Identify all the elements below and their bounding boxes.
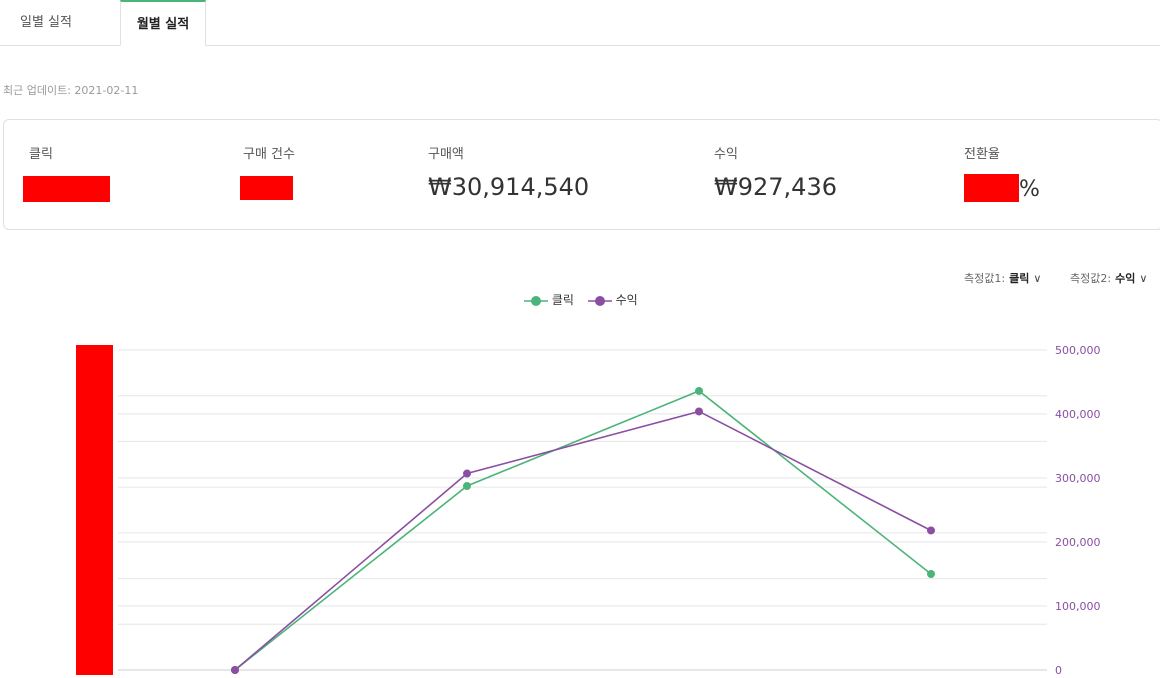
measure2-value: 수익 [1115,272,1136,285]
data-point-clicks [695,386,703,395]
redacted-clicks-value [23,176,110,202]
data-point-revenue [695,407,703,416]
y2-tick-label: 0 [1055,664,1062,677]
legend-clicks-marker [524,295,548,306]
chart-legend: 클릭 수익 [524,291,648,308]
data-point-revenue [231,666,239,674]
metric-clicks-label: 클릭 [29,147,53,162]
tab-daily-performance[interactable]: 일별 실적 [0,0,92,45]
metric-conversion-suffix: % [1019,177,1040,202]
measure1-value: 클릭 [1009,272,1030,285]
series-line-revenue [234,410,932,671]
metric-purchases-label: 구매 건수 [243,147,295,162]
legend-revenue-label: 수익 [615,293,638,307]
data-point-revenue [927,526,935,535]
metric-amount-value: ₩30,914,540 [428,173,590,201]
metric-revenue-label: 수익 [714,147,738,162]
y2-tick-label: 100,000 [1055,600,1101,613]
chevron-down-icon: ∨ [1033,272,1042,285]
measure1-label: 측정값1: [964,272,1006,285]
series-line-clicks [234,390,932,671]
y2-tick-label: 300,000 [1055,472,1101,485]
line-chart: 500,000 400,000 300,000 200,000 100,000 0 [76,344,1101,677]
summary-card: 클릭 구매 건수 구매액 ₩30,914,540 수익 ₩927,436 전환율… [3,119,1160,230]
y2-tick-label: 200,000 [1055,536,1101,549]
tab-bar: 일별 실적 월별 실적 [0,0,1160,46]
chevron-down-icon: ∨ [1139,272,1148,285]
data-point-clicks [463,482,471,490]
data-point-clicks [927,570,935,578]
measure2-label: 측정값2: [1070,272,1112,285]
legend-item-clicks[interactable]: 클릭 [524,291,574,308]
metric-conversion-label: 전환율 [964,147,1000,162]
redacted-conversion-value [964,174,1019,202]
legend-clicks-label: 클릭 [551,293,574,307]
y2-tick-label: 500,000 [1055,344,1101,357]
redacted-left-axis [76,345,113,675]
last-updated: 최근 업데이트: 2021-02-11 [3,84,139,97]
metric-revenue-value: ₩927,436 [714,173,837,201]
data-point-revenue [463,469,471,478]
measure2-dropdown[interactable]: 측정값2: 수익 ∨ [1070,270,1147,286]
tab-monthly-performance[interactable]: 월별 실적 [120,0,206,46]
measure1-dropdown[interactable]: 측정값1: 클릭 ∨ [964,270,1041,286]
redacted-purchases-value [240,176,293,200]
legend-revenue-marker [587,295,612,306]
metric-amount-label: 구매액 [428,147,464,162]
legend-item-revenue[interactable]: 수익 [587,291,638,308]
y2-tick-label: 400,000 [1055,408,1101,421]
